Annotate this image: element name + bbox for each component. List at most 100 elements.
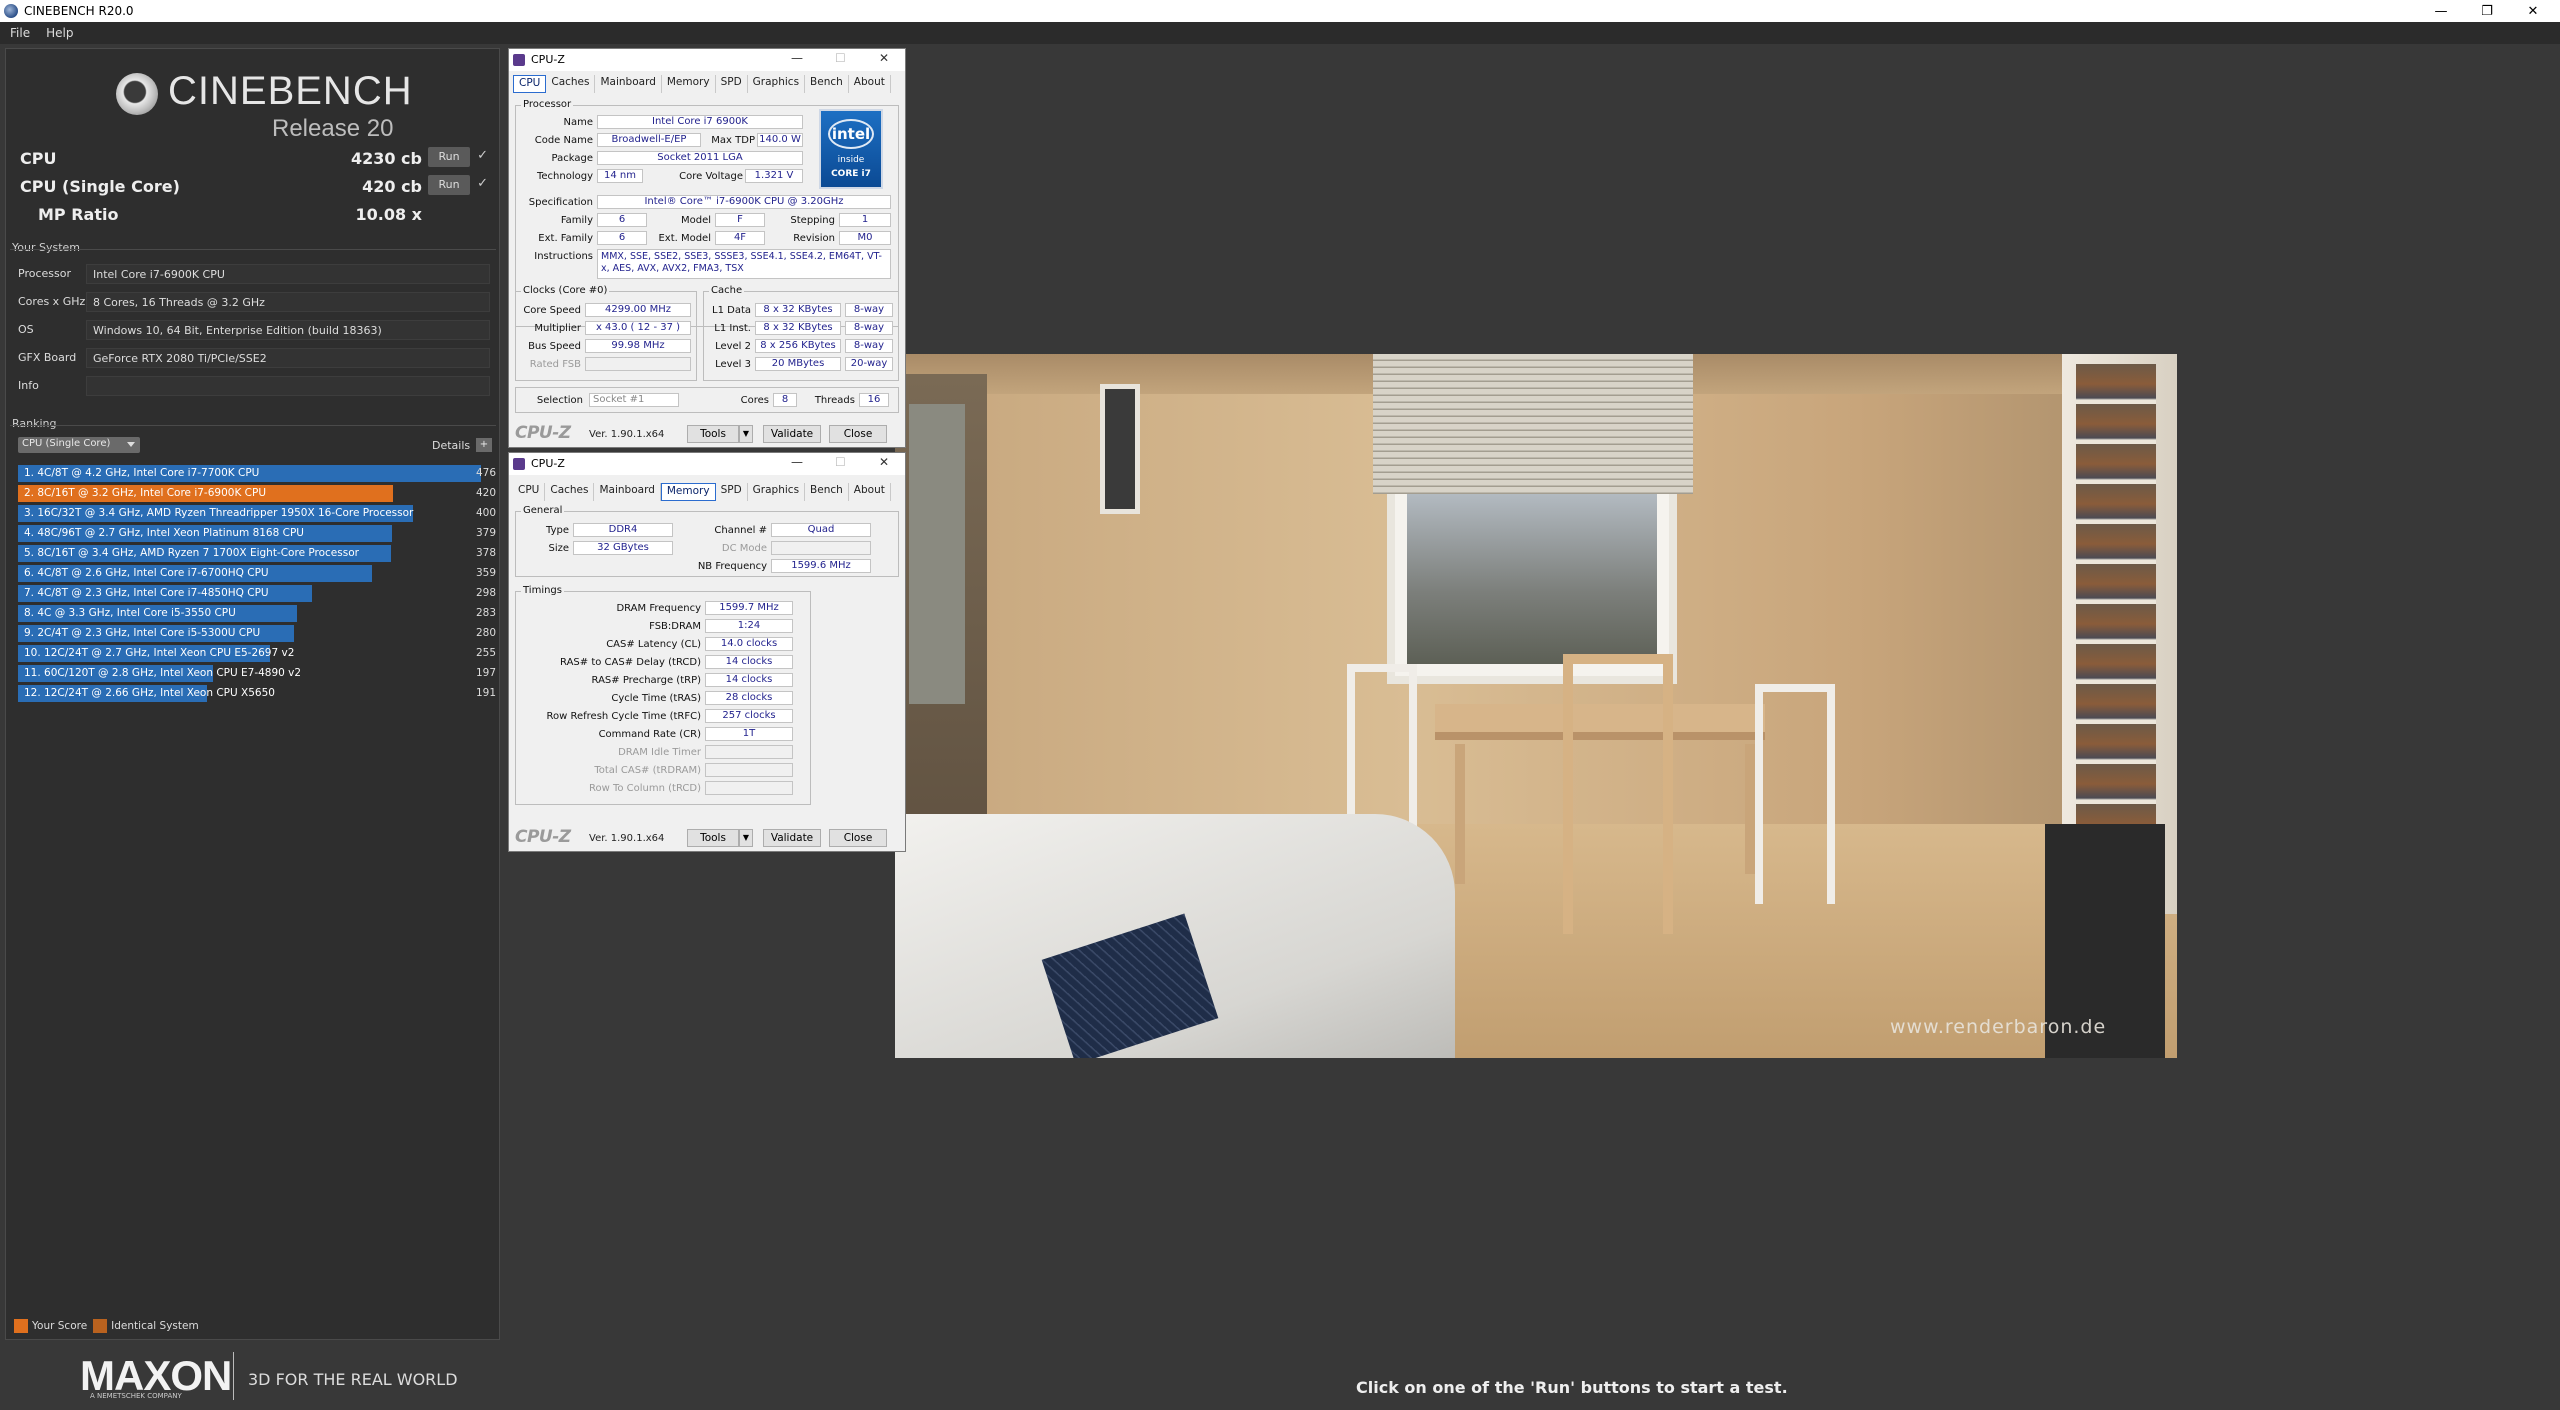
ranking-row[interactable]: 9. 2C/4T @ 2.3 GHz, Intel Core i5-5300U … xyxy=(18,625,496,642)
scene-table-leg xyxy=(1745,744,1755,874)
revision-label: Revision xyxy=(793,233,835,244)
maxon-separator xyxy=(233,1352,234,1400)
timing-label: DRAM Idle Timer xyxy=(618,747,701,758)
maxtdp-value: 140.0 W xyxy=(757,133,803,147)
cpuz-close-button[interactable]: ✕ xyxy=(879,51,889,65)
maxtdp-label: Max TDP xyxy=(711,135,755,146)
ranking-row[interactable]: 8. 4C @ 3.3 GHz, Intel Core i5-3550 CPU 2… xyxy=(18,605,496,622)
minimize-button[interactable]: — xyxy=(2418,0,2464,22)
intel-logo-text: intel xyxy=(828,119,874,149)
tab-caches[interactable]: Caches xyxy=(546,75,596,93)
render-viewport: www.renderbaron.de xyxy=(895,354,2177,1058)
close-cpuz-button[interactable]: Close xyxy=(829,425,887,443)
cache-group-title: Cache xyxy=(709,285,745,296)
tab-cpu[interactable]: CPU xyxy=(513,75,547,93)
ranking-label: 2. 8C/16T @ 3.2 GHz, Intel Core i7-6900K… xyxy=(24,487,267,499)
busspeed-label: Bus Speed xyxy=(528,341,581,352)
ranking-label: 12. 12C/24T @ 2.66 GHz, Intel Xeon CPU X… xyxy=(24,687,275,699)
technology-label: Technology xyxy=(536,171,593,182)
timing-value: 1599.7 MHz xyxy=(705,601,793,615)
cpuz-memory-window: CPU-Z — ☐ ✕ CPU Caches Mainboard Memory … xyxy=(508,452,906,852)
cpuz-maximize-button[interactable]: ☐ xyxy=(835,51,846,65)
level3-label: Level 3 xyxy=(715,359,751,370)
ranking-score: 298 xyxy=(475,587,496,599)
ranking-row[interactable]: 5. 8C/16T @ 3.4 GHz, AMD Ryzen 7 1700X E… xyxy=(18,545,496,562)
tab-memory[interactable]: Memory xyxy=(660,483,716,501)
general-group-title: General xyxy=(521,505,565,516)
ranking-row[interactable]: 11. 60C/120T @ 2.8 GHz, Intel Xeon CPU E… xyxy=(18,665,496,682)
legend-swatch-your-score xyxy=(14,1319,28,1333)
tab-about[interactable]: About xyxy=(849,75,891,93)
cpuz-footer-logo: CPU-Z xyxy=(515,423,571,443)
nbfreq-label: NB Frequency xyxy=(697,561,767,572)
timing-value: 257 clocks xyxy=(705,709,793,723)
model-value: F xyxy=(715,213,765,227)
tab-caches[interactable]: Caches xyxy=(545,483,595,501)
ranking-score: 283 xyxy=(475,607,496,619)
tools-button[interactable]: Tools xyxy=(687,425,739,443)
scene-chair xyxy=(1755,684,1835,904)
ranking-title: Ranking xyxy=(12,417,57,430)
tools-dropdown-button[interactable]: ▼ xyxy=(739,829,753,847)
tab-bench[interactable]: Bench xyxy=(805,483,849,501)
cpuz-close-button[interactable]: ✕ xyxy=(879,455,889,469)
selection-label: Selection xyxy=(536,395,583,406)
close-cpuz-button[interactable]: Close xyxy=(829,829,887,847)
tab-graphics[interactable]: Graphics xyxy=(748,75,806,93)
close-button[interactable]: ✕ xyxy=(2510,0,2556,22)
tab-bench[interactable]: Bench xyxy=(805,75,849,93)
tab-memory[interactable]: Memory xyxy=(662,75,716,93)
ranking-row[interactable]: 4. 48C/96T @ 2.7 GHz, Intel Xeon Platinu… xyxy=(18,525,496,542)
ranking-label: 9. 2C/4T @ 2.3 GHz, Intel Core i5-5300U … xyxy=(24,627,261,639)
cpuz-titlebar: CPU-Z — ☐ ✕ xyxy=(509,49,905,71)
ranking-row[interactable]: 1. 4C/8T @ 4.2 GHz, Intel Core i7-7700K … xyxy=(18,465,496,482)
tools-dropdown-button[interactable]: ▼ xyxy=(739,425,753,443)
tab-spd[interactable]: SPD xyxy=(716,75,748,93)
cpuz-footer: CPU-Z Ver. 1.90.1.x64 Tools ▼ Validate C… xyxy=(509,827,905,849)
tab-mainboard[interactable]: Mainboard xyxy=(595,75,662,93)
run-cpu-button[interactable]: Run xyxy=(428,147,470,167)
run-single-core-button[interactable]: Run xyxy=(428,175,470,195)
instructions-value: MMX, SSE, SSE2, SSE3, SSSE3, SSE4.1, SSE… xyxy=(597,249,891,279)
tools-button[interactable]: Tools xyxy=(687,829,739,847)
ranking-type-select[interactable]: CPU (Single Core) xyxy=(18,437,140,453)
ranking-row[interactable]: 2. 8C/16T @ 3.2 GHz, Intel Core i7-6900K… xyxy=(18,485,496,502)
cpuz-minimize-button[interactable]: — xyxy=(791,51,803,65)
tab-graphics[interactable]: Graphics xyxy=(748,483,806,501)
tab-mainboard[interactable]: Mainboard xyxy=(594,483,661,501)
tab-cpu[interactable]: CPU xyxy=(513,483,546,501)
extmodel-label: Ext. Model xyxy=(658,233,711,244)
logo-name: CINEBENCH xyxy=(168,69,413,113)
tab-spd[interactable]: SPD xyxy=(716,483,748,501)
cpuz-maximize-button[interactable]: ☐ xyxy=(835,455,846,469)
restore-button[interactable]: ❐ xyxy=(2464,0,2510,22)
info-field[interactable] xyxy=(86,376,490,396)
menu-help[interactable]: Help xyxy=(46,26,73,40)
busspeed-value: 99.98 MHz xyxy=(585,339,691,353)
tab-about[interactable]: About xyxy=(849,483,891,501)
validate-button[interactable]: Validate xyxy=(763,829,821,847)
timing-value: 1T xyxy=(705,727,793,741)
ranking-row[interactable]: 7. 4C/8T @ 2.3 GHz, Intel Core i7-4850HQ… xyxy=(18,585,496,602)
details-expand-button[interactable]: + xyxy=(476,438,492,452)
system-value: Intel Core i7-6900K CPU xyxy=(86,264,490,284)
extfamily-label: Ext. Family xyxy=(538,233,593,244)
menu-file[interactable]: File xyxy=(10,26,30,40)
validate-button[interactable]: Validate xyxy=(763,425,821,443)
revision-value: M0 xyxy=(839,231,891,245)
clocks-group-title: Clocks (Core #0) xyxy=(521,285,610,296)
render-watermark: www.renderbaron.de xyxy=(1890,1016,2107,1038)
system-key: Info xyxy=(18,379,39,392)
socket-select[interactable]: Socket #1 xyxy=(589,393,679,407)
ranking-row[interactable]: 10. 12C/24T @ 2.7 GHz, Intel Xeon CPU E5… xyxy=(18,645,496,662)
ranking-row[interactable]: 6. 4C/8T @ 2.6 GHz, Intel Core i7-6700HQ… xyxy=(18,565,496,582)
cpuz-title: CPU-Z xyxy=(531,53,565,66)
ranking-row[interactable]: 3. 16C/32T @ 3.4 GHz, AMD Ryzen Threadri… xyxy=(18,505,496,522)
cpuz-tabs: CPU Caches Mainboard Memory SPD Graphics… xyxy=(513,483,891,501)
dcmode-value xyxy=(771,541,871,555)
scene-window xyxy=(1387,464,1677,684)
ranking-row[interactable]: 12. 12C/24T @ 2.66 GHz, Intel Xeon CPU X… xyxy=(18,685,496,702)
ranking-label: 6. 4C/8T @ 2.6 GHz, Intel Core i7-6700HQ… xyxy=(24,567,269,579)
family-value: 6 xyxy=(597,213,647,227)
cpuz-minimize-button[interactable]: — xyxy=(791,455,803,469)
